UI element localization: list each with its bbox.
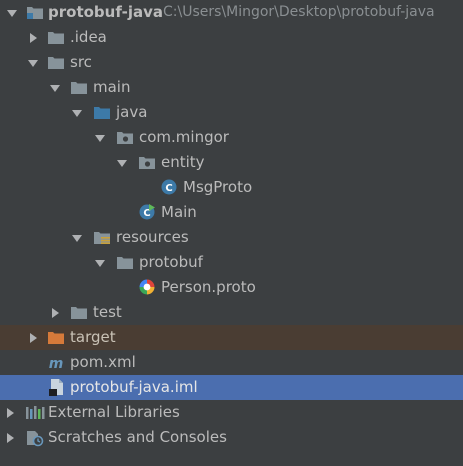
- resources-root-folder-icon: [93, 229, 111, 246]
- folder-icon: [116, 254, 134, 271]
- package-icon: [138, 154, 156, 171]
- tree-row-iml[interactable]: protobuf-java.iml: [0, 375, 463, 400]
- tree-row-external-libraries[interactable]: External Libraries: [0, 400, 463, 425]
- expanded-arrow-icon[interactable]: [70, 225, 84, 250]
- folder-label-target: target: [70, 328, 116, 346]
- tree-row-src[interactable]: src: [0, 50, 463, 75]
- file-label-pom: pom.xml: [70, 353, 136, 371]
- expanded-arrow-icon[interactable]: [5, 0, 19, 25]
- tree-row-protobuf[interactable]: protobuf: [0, 250, 463, 275]
- package-label-entity: entity: [161, 153, 205, 171]
- folder-label-protobuf: protobuf: [139, 253, 203, 271]
- excluded-folder-icon: [47, 329, 65, 346]
- collapsed-arrow-icon[interactable]: [3, 425, 17, 450]
- tree-row-com-mingor[interactable]: com.mingor: [0, 125, 463, 150]
- folder-icon: [70, 79, 88, 96]
- expanded-arrow-icon[interactable]: [93, 250, 107, 275]
- folder-label-java: java: [116, 103, 148, 121]
- collapsed-arrow-icon[interactable]: [48, 300, 62, 325]
- scratches-icon: [25, 429, 44, 447]
- tree-row-pom[interactable]: m pom.xml: [0, 350, 463, 375]
- tree-row-java[interactable]: java: [0, 100, 463, 125]
- class-label-main: Main: [161, 203, 197, 221]
- folder-icon: [70, 304, 88, 321]
- label-external-libraries: External Libraries: [48, 403, 180, 421]
- iml-file-icon: [48, 378, 66, 396]
- source-root-folder-icon: [93, 104, 111, 121]
- package-label-com-mingor: com.mingor: [139, 128, 229, 146]
- tree-row-main[interactable]: main: [0, 75, 463, 100]
- expanded-arrow-icon[interactable]: [48, 75, 62, 100]
- java-class-icon: C: [160, 178, 178, 195]
- tree-row-entity[interactable]: entity: [0, 150, 463, 175]
- package-icon: [116, 129, 134, 146]
- tree-row-person-proto[interactable]: Person.proto: [0, 275, 463, 300]
- file-label-person-proto: Person.proto: [161, 278, 256, 296]
- tree-row-resources[interactable]: resources: [0, 225, 463, 250]
- project-tree: protobuf-java C:\Users\Mingor\Desktop\pr…: [0, 0, 463, 466]
- svg-text:m: m: [49, 356, 64, 371]
- proto-file-icon: [138, 278, 156, 295]
- tree-row-main-class[interactable]: C Main: [0, 200, 463, 225]
- project-path: C:\Users\Mingor\Desktop\protobuf-java: [163, 4, 435, 20]
- expanded-arrow-icon[interactable]: [70, 100, 84, 125]
- runnable-class-icon: C: [138, 203, 156, 220]
- project-name: protobuf-java: [48, 3, 163, 21]
- expanded-arrow-icon[interactable]: [93, 125, 107, 150]
- libraries-icon: [25, 404, 45, 421]
- file-label-iml: protobuf-java.iml: [70, 378, 198, 396]
- class-label-msgproto: MsgProto: [183, 178, 253, 196]
- collapsed-arrow-icon[interactable]: [26, 25, 40, 50]
- collapsed-arrow-icon[interactable]: [3, 400, 17, 425]
- tree-row-idea[interactable]: .idea: [0, 25, 463, 50]
- tree-row-project-root[interactable]: protobuf-java C:\Users\Mingor\Desktop\pr…: [0, 0, 463, 25]
- maven-icon: m: [47, 353, 65, 371]
- svg-text:C: C: [165, 183, 172, 194]
- folder-label-resources: resources: [116, 228, 189, 246]
- module-folder-icon: [26, 4, 44, 21]
- folder-icon: [47, 29, 65, 46]
- collapsed-arrow-icon[interactable]: [26, 325, 40, 350]
- expanded-arrow-icon[interactable]: [26, 50, 40, 75]
- tree-row-scratches[interactable]: Scratches and Consoles: [0, 425, 463, 450]
- folder-label-main: main: [93, 78, 131, 96]
- folder-label-idea: .idea: [70, 28, 107, 46]
- label-scratches: Scratches and Consoles: [48, 428, 227, 446]
- folder-icon: [47, 54, 65, 71]
- tree-row-target[interactable]: target: [0, 325, 463, 350]
- tree-row-msgproto[interactable]: C MsgProto: [0, 175, 463, 200]
- folder-label-test: test: [93, 303, 122, 321]
- folder-label-src: src: [70, 53, 92, 71]
- expanded-arrow-icon[interactable]: [115, 150, 129, 175]
- tree-row-test[interactable]: test: [0, 300, 463, 325]
